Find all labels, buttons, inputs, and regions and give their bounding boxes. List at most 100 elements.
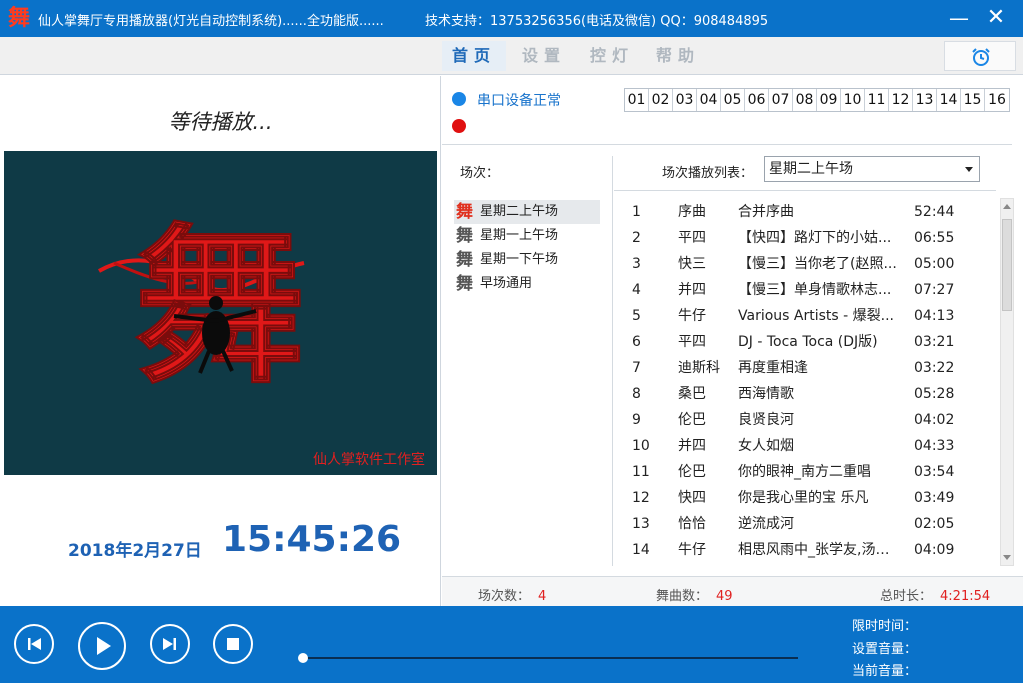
song-number: 11 xyxy=(632,464,650,480)
close-button[interactable]: ✕ xyxy=(983,6,1009,30)
divider xyxy=(614,190,996,191)
scrollbar-thumb[interactable] xyxy=(1002,219,1012,311)
song-row[interactable]: 11 伦巴 你的眼神_南方二重唱 03:54 xyxy=(622,459,998,485)
song-row[interactable]: 12 快四 你是我心里的宝 乐凡 03:49 xyxy=(622,485,998,511)
progress-knob[interactable] xyxy=(298,653,308,663)
divider xyxy=(442,144,1012,145)
dance-logo-graphic: 舞 xyxy=(98,206,306,408)
song-row[interactable]: 1 序曲 合并序曲 52:44 xyxy=(622,199,998,225)
song-row[interactable]: 7 迪斯科 再度重相逢 03:22 xyxy=(622,355,998,381)
channel-box[interactable]: 02 xyxy=(649,89,673,111)
session-item[interactable]: 舞 星期一下午场 xyxy=(454,248,600,272)
song-row[interactable]: 6 平四 DJ - Toca Toca (DJ版) 03:21 xyxy=(622,329,998,355)
song-name: 女人如烟 xyxy=(738,438,794,454)
channel-box[interactable]: 01 xyxy=(625,89,649,111)
song-name: 你的眼神_南方二重唱 xyxy=(738,464,871,480)
title-bar: 舞 仙人掌舞厅专用播放器(灯光自动控制系统)......全功能版...... 技… xyxy=(0,0,1023,37)
current-time: 15:45:26 xyxy=(222,519,402,560)
channel-box[interactable]: 16 xyxy=(985,89,1009,111)
skip-next-icon xyxy=(163,638,176,650)
song-duration: 05:00 xyxy=(914,256,955,272)
song-duration: 04:33 xyxy=(914,438,955,454)
player-controls: 限时时间： 设置音量： 当前音量： xyxy=(0,606,1023,683)
divider xyxy=(612,156,613,566)
song-number: 12 xyxy=(632,490,650,506)
song-row[interactable]: 14 牛仔 相思风雨中_张学友,汤宝... 04:09 xyxy=(622,537,998,563)
total-duration-value: 4:21:54 xyxy=(940,589,991,604)
channel-box[interactable]: 10 xyxy=(841,89,865,111)
song-style: 并四 xyxy=(678,282,706,298)
session-count-value: 4 xyxy=(538,589,547,604)
song-row[interactable]: 8 桑巴 西海情歌 05:28 xyxy=(622,381,998,407)
channel-box[interactable]: 05 xyxy=(721,89,745,111)
song-list-scrollbar[interactable] xyxy=(1000,198,1014,566)
song-row[interactable]: 13 恰恰 逆流成河 02:05 xyxy=(622,511,998,537)
tab-home[interactable]: 首页 xyxy=(442,41,506,71)
song-duration: 04:09 xyxy=(914,542,955,558)
session-item[interactable]: 舞 星期二上午场 xyxy=(454,200,600,224)
playback-progress-bar[interactable] xyxy=(298,653,798,663)
song-style: 牛仔 xyxy=(678,308,706,324)
session-item[interactable]: 舞 早场通用 xyxy=(454,272,600,296)
song-row[interactable]: 5 牛仔 Various Artists - 爆裂... 04:13 xyxy=(622,303,998,329)
channel-box[interactable]: 07 xyxy=(769,89,793,111)
previous-button[interactable] xyxy=(14,624,54,664)
app-logo: 舞 xyxy=(7,5,30,31)
song-number: 7 xyxy=(632,360,641,376)
session-count-label: 场次数： xyxy=(478,589,531,604)
sessions-label: 场次： xyxy=(460,166,500,181)
song-row[interactable]: 4 并四 【慢三】单身情歌林志... 07:27 xyxy=(622,277,998,303)
song-number: 10 xyxy=(632,438,650,454)
song-number: 9 xyxy=(632,412,641,428)
minimize-button[interactable]: — xyxy=(946,6,972,30)
song-number: 5 xyxy=(632,308,641,324)
playlist-panel: 串口设备正常 01 02 03 04 05 06 07 08 09 10 11 … xyxy=(442,76,1023,606)
skip-previous-icon xyxy=(28,638,41,650)
stop-button[interactable] xyxy=(213,624,253,664)
session-label: 星期一上午场 xyxy=(480,228,559,243)
song-number: 8 xyxy=(632,386,641,402)
scroll-down-arrow-icon[interactable] xyxy=(1003,555,1011,560)
channel-box[interactable]: 04 xyxy=(697,89,721,111)
video-display: 舞 仙人掌软件工作室 xyxy=(4,151,437,475)
current-date: 2018年2月27日 xyxy=(68,541,202,561)
song-row[interactable]: 3 快三 【慢三】当你老了(赵照... 05:00 xyxy=(622,251,998,277)
song-name: 相思风雨中_张学友,汤宝... xyxy=(738,542,898,558)
channel-box[interactable]: 11 xyxy=(865,89,889,111)
next-button[interactable] xyxy=(150,624,190,664)
channel-box[interactable]: 08 xyxy=(793,89,817,111)
tab-settings[interactable]: 设置 xyxy=(512,41,576,71)
session-item[interactable]: 舞 星期一上午场 xyxy=(454,224,600,248)
serial-status-text: 串口设备正常 xyxy=(477,93,561,109)
session-list: 舞 星期二上午场 舞 星期一上午场 舞 星期一下午场 舞 早场通用 xyxy=(454,200,600,296)
song-name: 你是我心里的宝 乐凡 xyxy=(738,490,869,506)
song-number: 13 xyxy=(632,516,650,532)
dance-icon: 舞 xyxy=(456,250,473,270)
channel-box[interactable]: 12 xyxy=(889,89,913,111)
stop-icon xyxy=(227,638,239,650)
song-row[interactable]: 10 并四 女人如烟 04:33 xyxy=(622,433,998,459)
session-count: 场次数： 4 xyxy=(478,585,546,604)
play-button[interactable] xyxy=(78,622,126,670)
song-row[interactable]: 2 平四 【快四】路灯下的小姑... 06:55 xyxy=(622,225,998,251)
chevron-down-icon xyxy=(965,167,973,172)
alarm-button[interactable] xyxy=(944,41,1016,71)
current-volume-label: 当前音量： xyxy=(852,664,918,679)
playlist-select[interactable]: 星期二上午场 xyxy=(764,156,980,182)
song-row[interactable]: 9 伦巴 良贤良河 04:02 xyxy=(622,407,998,433)
dance-icon: 舞 xyxy=(456,274,473,294)
song-name: 良贤良河 xyxy=(738,412,794,428)
dance-icon: 舞 xyxy=(456,226,473,246)
channel-box[interactable]: 06 xyxy=(745,89,769,111)
tab-help[interactable]: 帮助 xyxy=(646,41,710,71)
app-window: 舞 仙人掌舞厅专用播放器(灯光自动控制系统)......全功能版...... 技… xyxy=(0,0,1023,683)
tab-lighting[interactable]: 控灯 xyxy=(580,41,644,71)
song-duration: 03:22 xyxy=(914,360,955,376)
channel-box[interactable]: 14 xyxy=(937,89,961,111)
channel-box[interactable]: 09 xyxy=(817,89,841,111)
song-count: 舞曲数： 49 xyxy=(656,585,733,604)
scroll-up-arrow-icon[interactable] xyxy=(1003,204,1011,209)
channel-box[interactable]: 13 xyxy=(913,89,937,111)
channel-box[interactable]: 03 xyxy=(673,89,697,111)
channel-box[interactable]: 15 xyxy=(961,89,985,111)
